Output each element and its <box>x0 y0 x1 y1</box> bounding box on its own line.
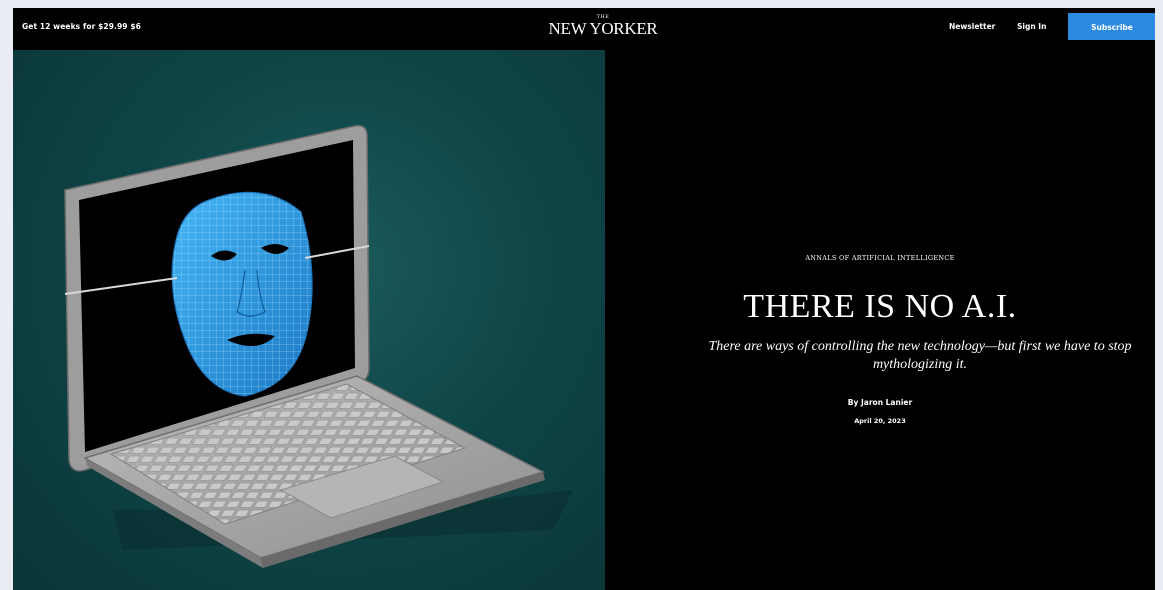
publish-date: April 20, 2023 <box>854 417 906 425</box>
hero-illustration <box>13 50 605 590</box>
article-rubric[interactable]: ANNALS OF ARTIFICIAL INTELLIGENCE <box>605 254 1155 262</box>
newsletter-link[interactable]: Newsletter <box>949 22 995 31</box>
article-dek: There are ways of controlling the new te… <box>708 339 1132 372</box>
laptop-face-illustration <box>64 124 573 568</box>
new-yorker-logo[interactable]: THE NEW YORKER <box>543 14 663 46</box>
subscription-promo-link[interactable]: Get 12 weeks for $29.99 $6 <box>22 22 141 31</box>
author-link[interactable]: Jaron Lanier <box>861 398 912 407</box>
byline-prefix: By <box>847 398 861 407</box>
article-headline: THERE IS NO A.I. <box>743 288 1017 325</box>
logo-wordmark: NEW YORKER <box>548 19 658 38</box>
page-frame: Get 12 weeks for $29.99 $6 THE NEW YORKE… <box>13 8 1155 590</box>
sign-in-link[interactable]: Sign In <box>1017 22 1046 31</box>
subscribe-button[interactable]: Subscribe <box>1068 13 1155 40</box>
top-bar: Get 12 weeks for $29.99 $6 THE NEW YORKE… <box>13 8 1155 50</box>
article-byline: By Jaron Lanier <box>605 398 1155 407</box>
article-header: ANNALS OF ARTIFICIAL INTELLIGENCE THERE … <box>605 50 1155 590</box>
